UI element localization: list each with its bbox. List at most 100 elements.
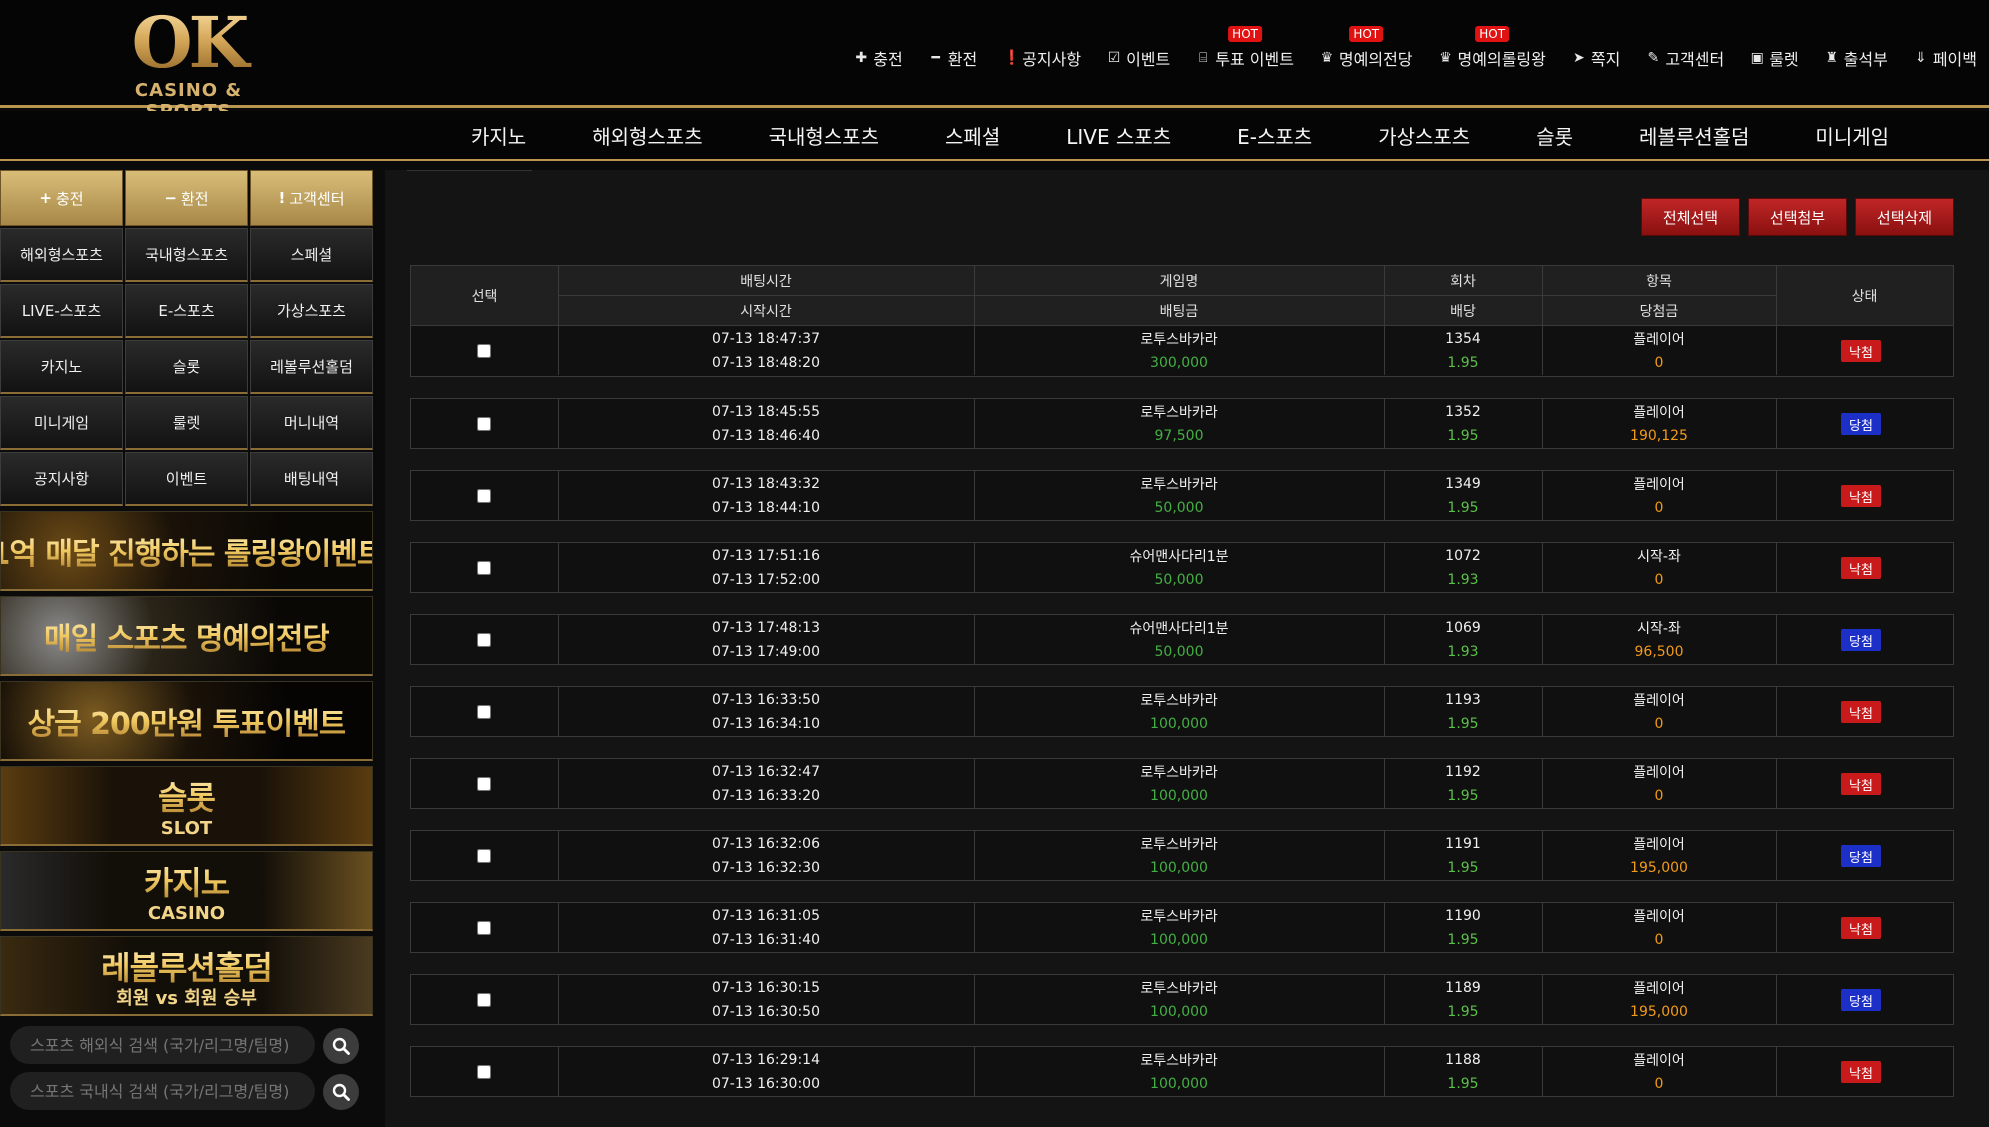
topnav-item[interactable]: ♜ 출석부 xyxy=(1825,46,1887,70)
topnav-item[interactable]: HOT ♛ 명예의전당 xyxy=(1320,26,1413,70)
app-root: OK CASINO & SPORTS ✚충전 ━환전 ❗공지사항 ☑이벤트 HOT⌸투표… xyxy=(0,0,1989,1127)
topnav-label: 충전 xyxy=(873,50,903,69)
mainnav-item[interactable]: 국내형스포츠 xyxy=(736,121,912,150)
column-divider xyxy=(1776,903,1777,952)
status-badge: 당첨 xyxy=(1841,413,1881,435)
game-name: 로투스바카라 xyxy=(1140,332,1218,348)
mainnav-item[interactable]: LIVE 스포츠 xyxy=(1033,121,1204,150)
table-row: 07-13 16:32:47 07-13 16:33:20 로투스바카라 100,00… xyxy=(410,758,1954,809)
start-time: 07-13 16:31:40 xyxy=(711,932,820,948)
promo-banner[interactable]: 상금 200만원 투표이벤트 xyxy=(0,681,373,761)
bet-amount: 100,000 xyxy=(1150,860,1208,876)
mainnav-item[interactable]: 가상스포츠 xyxy=(1345,121,1503,150)
promo-banner[interactable]: 카지노 CASINO xyxy=(0,851,373,931)
sidebar-quick-button[interactable]: ! 고객센터 xyxy=(250,170,373,226)
row-checkbox[interactable] xyxy=(477,344,491,358)
sidebar: + 충전 − 환전! 고객센터 해외형스포츠 국내형스포츠 스페셜 LIVE-스포츠 E-스포츠… xyxy=(0,170,373,1112)
row-checkbox[interactable] xyxy=(477,1065,491,1079)
sidebar-menu-item[interactable]: 공지사항 xyxy=(0,452,123,506)
logo-mark: OK xyxy=(96,8,281,78)
row-checkbox[interactable] xyxy=(477,417,491,431)
mainnav-item[interactable]: 레볼루션홀덤 xyxy=(1606,121,1782,150)
win-amount: 96,500 xyxy=(1634,644,1684,660)
topnav-item[interactable]: ☑ 이벤트 xyxy=(1107,46,1170,70)
sidebar-menu-item[interactable]: 슬롯 xyxy=(125,340,248,394)
promo-banner[interactable]: 매일 스포츠 명예의전당 xyxy=(0,596,373,676)
sidebar-menu-item[interactable]: 국내형스포츠 xyxy=(125,228,248,282)
search-input[interactable] xyxy=(10,1026,315,1064)
column-divider xyxy=(1776,471,1777,520)
status-badge: 낙첨 xyxy=(1841,340,1881,362)
topnav-item[interactable]: ✎ 고객센터 xyxy=(1646,46,1724,70)
topnav-label: 환전 xyxy=(947,50,978,69)
game-name: 로투스바카라 xyxy=(1140,693,1218,709)
bet-item: 시작-좌 xyxy=(1637,549,1681,565)
odds: 1.93 xyxy=(1447,572,1479,588)
row-checkbox[interactable] xyxy=(477,705,491,719)
sidebar-menu-item[interactable]: 배팅내역 xyxy=(250,452,373,506)
bet-item: 플레이어 xyxy=(1633,765,1685,781)
topnav-item[interactable]: ▣ 룰렛 xyxy=(1750,46,1799,70)
promo-banner[interactable]: 슬롯 SLOT xyxy=(0,766,373,846)
sidebar-menu-item[interactable]: 머니내역 xyxy=(250,396,373,450)
sidebar-menu-item[interactable]: LIVE-스포츠 xyxy=(0,284,123,338)
hot-badge: HOT xyxy=(1349,26,1384,42)
banner-text-block: 상금 200만원 투표이벤트 xyxy=(28,699,347,743)
topnav-item[interactable]: HOT ⌸ 투표 이벤트 xyxy=(1196,26,1294,70)
sidebar-menu-item[interactable]: 가상스포츠 xyxy=(250,284,373,338)
sidebar-quick-button[interactable]: + 충전 xyxy=(0,170,123,226)
row-checkbox[interactable] xyxy=(477,777,491,791)
promo-banner[interactable]: 레볼루션홀덤 회원 vs 회원 승부 xyxy=(0,936,373,1016)
table-row: 07-13 16:31:05 07-13 16:31:40 로투스바카라 100,00… xyxy=(410,902,1954,953)
site-logo[interactable]: OK CASINO & SPORTS xyxy=(96,8,281,123)
sidebar-menu-item[interactable]: 레볼루션홀덤 xyxy=(250,340,373,394)
sidebar-menu-item[interactable]: 미니게임 xyxy=(0,396,123,450)
mainnav-item[interactable]: 카지노 xyxy=(438,121,559,150)
sidebar-quick-button[interactable]: − 환전 xyxy=(125,170,248,226)
mainnav-item[interactable]: 해외형스포츠 xyxy=(559,121,735,150)
promo-banner[interactable]: 1억 매달 진행하는 롤링왕이벤트 xyxy=(0,511,373,591)
bet-time: 07-13 16:29:14 xyxy=(711,1052,820,1068)
row-checkbox[interactable] xyxy=(477,921,491,935)
sidebar-menu-item[interactable]: 이벤트 xyxy=(125,452,248,506)
column-divider xyxy=(1776,543,1777,592)
row-checkbox[interactable] xyxy=(477,561,491,575)
sidebar-menu-item[interactable]: 해외형스포츠 xyxy=(0,228,123,282)
row-checkbox[interactable] xyxy=(477,489,491,503)
game-name: 로투스바카라 xyxy=(1140,405,1218,421)
start-time: 07-13 16:30:00 xyxy=(711,1076,820,1092)
banner-title: 1억 매달 진행하는 롤링왕이벤트 xyxy=(1,529,372,573)
mainnav-item[interactable]: 슬롯 xyxy=(1503,121,1606,150)
odds: 1.95 xyxy=(1447,500,1479,516)
action-button[interactable]: 선택첨부 xyxy=(1748,198,1847,236)
topnav-item[interactable]: ❗ 공지사항 xyxy=(1003,46,1081,70)
search-button[interactable] xyxy=(323,1028,359,1064)
search-icon xyxy=(332,1037,350,1055)
table-header: 선택 배팅시간 시작시간 게임명 배팅금 회차 배당 항목 당첨금 상태 xyxy=(410,265,1954,326)
sidebar-menu-item[interactable]: E-스포츠 xyxy=(125,284,248,338)
search-input[interactable] xyxy=(10,1072,315,1110)
topnav-item[interactable]: HOT ♛ 명예의롤링왕 xyxy=(1439,26,1546,70)
topnav-item[interactable]: ⇓ 페이백 xyxy=(1914,46,1977,70)
bet-time: 07-13 18:43:32 xyxy=(711,476,820,492)
action-button[interactable]: 선택삭제 xyxy=(1855,198,1954,236)
topnav-label: 명예의전당 xyxy=(1338,50,1413,69)
mainnav-item[interactable]: 스페셜 xyxy=(912,121,1033,150)
sidebar-menu-item[interactable]: 룰렛 xyxy=(125,396,248,450)
sidebar-menu-item[interactable]: 스페셜 xyxy=(250,228,373,282)
mainnav-item[interactable]: 미니게임 xyxy=(1782,121,1922,150)
search-button[interactable] xyxy=(323,1074,359,1110)
mainnav-item[interactable]: E-스포츠 xyxy=(1204,121,1345,150)
bet-time: 07-13 16:32:06 xyxy=(711,836,820,852)
sidebar-menu-item[interactable]: 카지노 xyxy=(0,340,123,394)
row-checkbox[interactable] xyxy=(477,633,491,647)
action-button[interactable]: 전체선택 xyxy=(1641,198,1740,236)
header-win-amount: 당첨금 xyxy=(1639,303,1679,320)
row-checkbox[interactable] xyxy=(477,849,491,863)
row-checkbox[interactable] xyxy=(477,993,491,1007)
top-navigation: ✚ 충전 ━ 환전 ❗ 공지사항 ☑ 이벤트 HOT ⌸ 투표 이벤트 HOT ♛ 명예의전당 HOT ♛ 명예… xyxy=(854,26,1977,70)
topnav-item[interactable]: ➤ 쪽지 xyxy=(1572,46,1620,70)
topnav-item[interactable]: ✚ 충전 xyxy=(854,46,902,70)
topnav-item[interactable]: ━ 환전 xyxy=(929,46,978,70)
bulk-actions: 전체선택 선택첨부 선택삭제 xyxy=(1641,198,1954,236)
